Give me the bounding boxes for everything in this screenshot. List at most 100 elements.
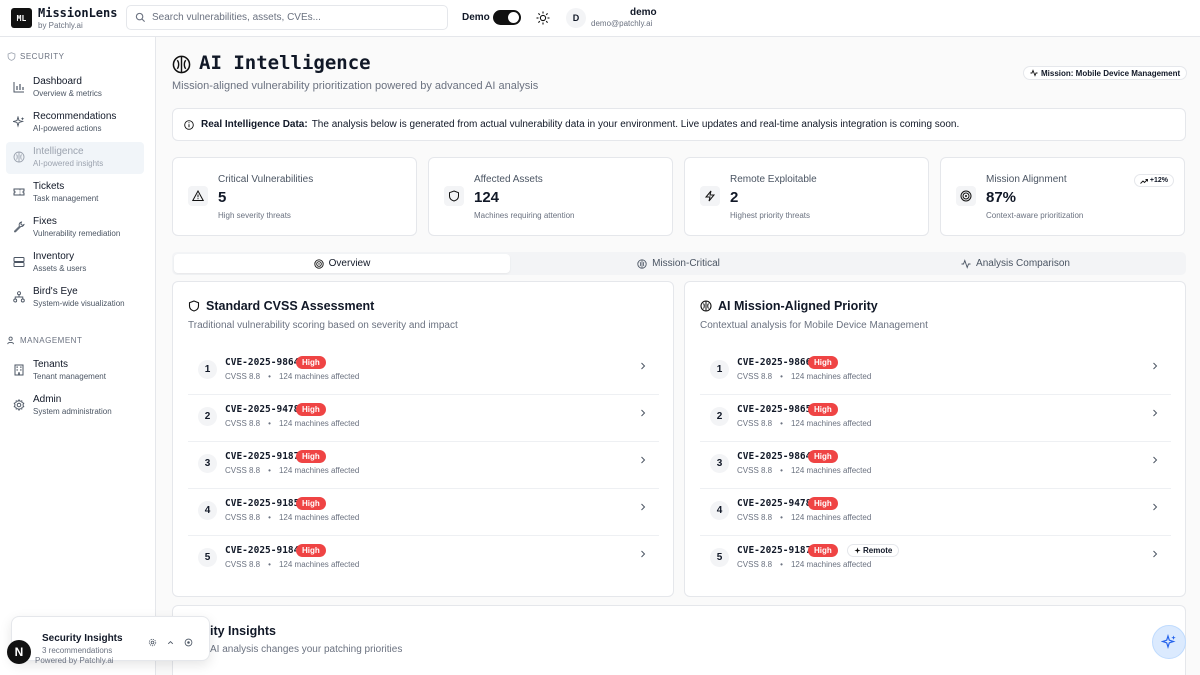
zap-icon: [704, 190, 716, 202]
sidebar-item-fixes[interactable]: Fixes Vulnerability remediation: [6, 212, 144, 244]
stat-card-critical: Critical Vulnerabilities 5 High severity…: [172, 157, 417, 236]
cve-row[interactable]: 3 CVE-2025-9864 High CVSS 8.8 • 124 machin…: [700, 442, 1171, 489]
management-heading: MANAGEMENT: [7, 336, 82, 345]
target-icon: [960, 190, 972, 202]
sidebar-item-label: Inventory: [33, 251, 75, 262]
sidebar-item-sub: System-wide visualization: [33, 299, 125, 308]
sidebar-item-label: Fixes: [33, 216, 57, 227]
demo-toggle[interactable]: [493, 10, 521, 25]
tab-overview[interactable]: Overview: [174, 254, 510, 273]
rank-badge: 3: [710, 454, 729, 473]
tab-analysis-comparison[interactable]: Analysis Comparison: [847, 254, 1184, 273]
cve-id: CVE-2025-9478: [225, 404, 300, 415]
gear-icon[interactable]: [148, 638, 157, 647]
cve-id: CVE-2025-9866: [737, 357, 812, 368]
avatar[interactable]: D: [566, 8, 586, 28]
sidebar-item-intelligence[interactable]: Intelligence AI-powered insights: [6, 142, 144, 174]
user-name: demo: [630, 7, 657, 18]
sun-icon[interactable]: [536, 11, 550, 25]
rank-badge: 1: [198, 360, 217, 379]
security-heading: SECURITY: [7, 52, 64, 61]
cve-row[interactable]: 5 CVE-2025-9187 High Remote CVSS 8.8 • 124…: [700, 536, 1171, 583]
sparkle-icon: [854, 547, 861, 554]
sidebar-item-tenants[interactable]: Tenants Tenant management: [6, 355, 144, 387]
panel-subtitle: Contextual analysis for Mobile Device Ma…: [700, 320, 928, 331]
severity-badge: High: [808, 403, 838, 416]
sidebar-item-sub: AI-powered insights: [33, 159, 104, 168]
sparkles-icon: [1161, 634, 1176, 650]
severity-badge: High: [808, 356, 838, 369]
sidebar-item-admin[interactable]: Admin System administration: [6, 390, 144, 422]
panel-title: AI Mission-Aligned Priority: [700, 299, 878, 313]
app-name: MissionLens: [38, 6, 118, 20]
security-insights-toast[interactable]: Security Insights 3 recommendations: [11, 616, 210, 661]
cve-row[interactable]: 3 CVE-2025-9187 High CVSS 8.8 • 124 machin…: [188, 442, 659, 489]
cve-meta: CVSS 8.8 • 124 machines affected: [225, 513, 360, 522]
stat-card-mission: Mission Alignment 87% Context-aware prio…: [940, 157, 1185, 236]
shield-icon: [449, 190, 459, 202]
trending-up-icon: [1140, 178, 1148, 184]
sidebar-item-label: Bird's Eye: [33, 286, 78, 297]
info-icon: [184, 119, 194, 130]
shield-icon: [188, 300, 200, 312]
cve-meta: CVSS 8.8 • 124 machines affected: [225, 560, 360, 569]
ai-priority-panel: AI Mission-Aligned Priority Contextual a…: [684, 281, 1186, 597]
sidebar-item-birds-eye[interactable]: Bird's Eye System-wide visualization: [6, 282, 144, 314]
cve-id: CVE-2025-9478: [737, 498, 812, 509]
sidebar-item-tickets[interactable]: Tickets Task management: [6, 177, 144, 209]
cve-row[interactable]: 2 CVE-2025-9865 High CVSS 8.8 • 124 machin…: [700, 395, 1171, 442]
top-bar: ML MissionLens by Patchly.ai Demo D demo…: [0, 0, 1200, 37]
brain-icon: [13, 151, 25, 163]
cve-row[interactable]: 1 CVE-2025-9866 High CVSS 8.8 • 124 machin…: [700, 348, 1171, 395]
sidebar-item-sub: System administration: [33, 407, 112, 416]
sparkles-icon: [13, 116, 25, 128]
cve-id: CVE-2025-9187: [737, 545, 812, 556]
ai-assistant-button[interactable]: [1152, 625, 1186, 659]
settings-icon[interactable]: [184, 638, 193, 647]
sidebar-item-dashboard[interactable]: Dashboard Overview & metrics: [6, 72, 144, 104]
intelligence-notice: Real Intelligence Data: The analysis bel…: [172, 108, 1186, 141]
panel-subtitle: Traditional vulnerability scoring based …: [188, 320, 458, 331]
stat-card-assets: Affected Assets 124 Machines requiring a…: [428, 157, 673, 236]
brain-icon: [172, 55, 191, 74]
cve-meta: CVSS 8.8 • 124 machines affected: [225, 372, 360, 381]
sidebar-item-sub: Assets & users: [33, 264, 87, 273]
cve-row[interactable]: 2 CVE-2025-9478 High CVSS 8.8 • 124 machin…: [188, 395, 659, 442]
stat-label: Critical Vulnerabilities: [218, 174, 314, 185]
rank-badge: 4: [710, 501, 729, 520]
building-icon: [14, 364, 24, 376]
sidebar-item-inventory[interactable]: Inventory Assets & users: [6, 247, 144, 279]
sidebar-item-label: Recommendations: [33, 111, 117, 122]
cve-row[interactable]: 4 CVE-2025-9185 High CVSS 8.8 • 124 machin…: [188, 489, 659, 536]
cve-meta: CVSS 8.8 • 124 machines affected: [737, 372, 872, 381]
panel-title: Standard CVSS Assessment: [188, 299, 374, 313]
page-subtitle: Mission-aligned vulnerability prioritiza…: [172, 80, 539, 92]
target-icon: [314, 258, 324, 269]
activity-icon: [961, 258, 971, 269]
n-button[interactable]: N: [7, 640, 31, 664]
server-icon: [13, 257, 25, 267]
stat-value: 87%: [986, 189, 1017, 206]
app-logo[interactable]: ML: [11, 8, 32, 28]
cve-row[interactable]: 1 CVE-2025-9864 High CVSS 8.8 • 124 machin…: [188, 348, 659, 395]
notice-bold: Real Intelligence Data:: [201, 119, 308, 130]
tab-mission-critical[interactable]: Mission-Critical: [510, 254, 847, 273]
sidebar-item-sub: Tenant management: [33, 372, 106, 381]
shield-icon: [7, 52, 16, 61]
rank-badge: 2: [710, 407, 729, 426]
sidebar-item-sub: Vulnerability remediation: [33, 229, 121, 238]
page-title: AI Intelligence: [199, 52, 371, 74]
sidebar-item-recommendations[interactable]: Recommendations AI-powered actions: [6, 107, 144, 139]
users-icon: [7, 336, 14, 345]
chevron-up-icon[interactable]: [166, 638, 175, 647]
cve-row[interactable]: 4 CVE-2025-9478 High CVSS 8.8 • 124 machin…: [700, 489, 1171, 536]
cve-id: CVE-2025-9187: [225, 451, 300, 462]
sidebar-item-label: Dashboard: [33, 76, 82, 87]
alert-triangle-icon: [192, 190, 204, 201]
cve-id: CVE-2025-9865: [737, 404, 812, 415]
chevron-right-icon: [1153, 362, 1158, 370]
cve-row[interactable]: 5 CVE-2025-9184 High CVSS 8.8 • 124 machin…: [188, 536, 659, 583]
stat-desc: High severity threats: [218, 211, 291, 220]
search-box[interactable]: [126, 5, 448, 30]
search-input[interactable]: [152, 12, 432, 23]
